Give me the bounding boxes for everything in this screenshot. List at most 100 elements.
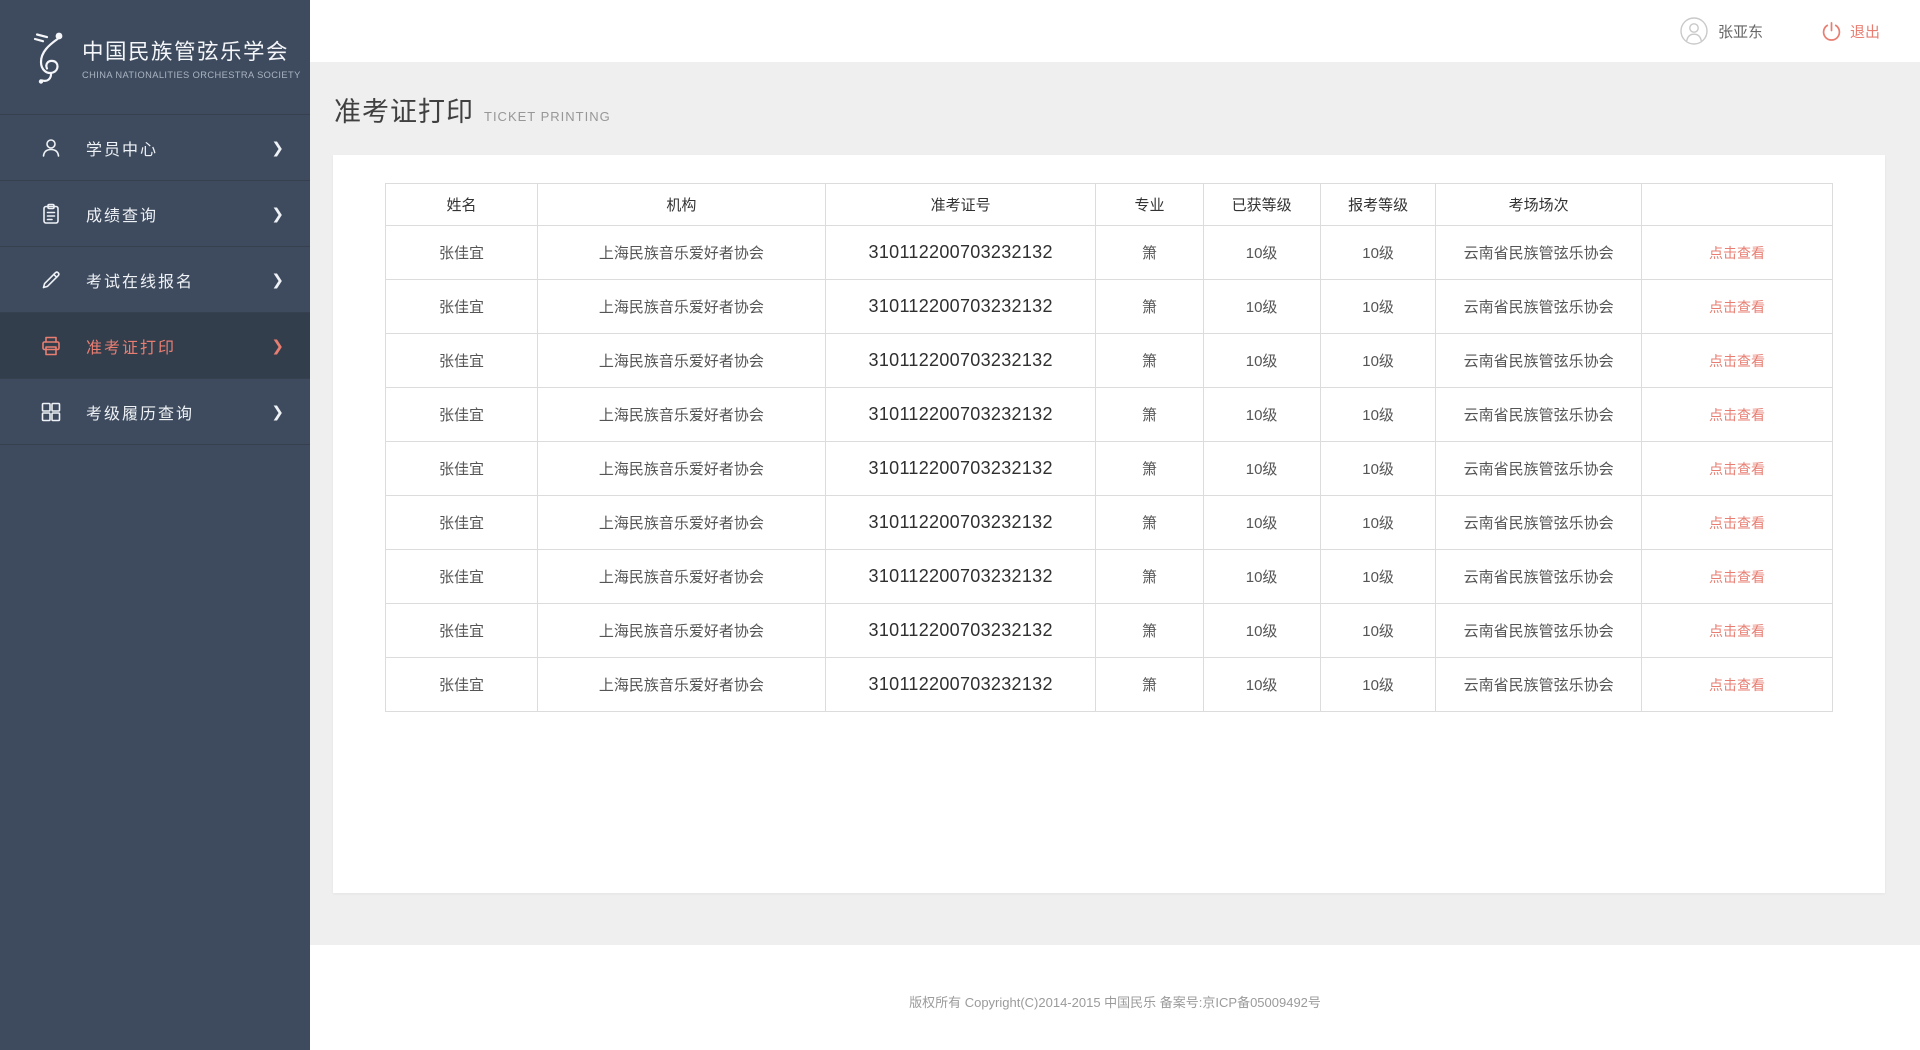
main-area: 张亚东 退出 准考证打印 TICKET PRINTING 姓名 — [310, 0, 1920, 1050]
table-row: 张佳宜 上海民族音乐爱好者协会 310112200703232132 箫 10级… — [386, 442, 1833, 496]
view-ticket-link[interactable]: 点击查看 — [1709, 407, 1765, 423]
clipboard-icon — [38, 201, 64, 227]
sidebar-item-ticket-printing[interactable]: 准考证打印 ❯ — [0, 313, 310, 379]
sidebar-item-label: 考级履历查询 — [86, 400, 194, 424]
cell-org: 上海民族音乐爱好者协会 — [537, 334, 825, 388]
cell-name: 张佳宜 — [386, 442, 538, 496]
orchestra-logo-icon — [28, 28, 70, 86]
cell-major: 箫 — [1096, 334, 1203, 388]
cell-apply-level: 10级 — [1320, 226, 1436, 280]
cell-venue: 云南省民族管弦乐协会 — [1436, 388, 1641, 442]
chevron-right-icon: ❯ — [271, 271, 284, 289]
cell-name: 张佳宜 — [386, 280, 538, 334]
cell-name: 张佳宜 — [386, 550, 538, 604]
cell-obtained-level: 10级 — [1203, 550, 1320, 604]
cell-apply-level: 10级 — [1320, 604, 1436, 658]
cell-venue: 云南省民族管弦乐协会 — [1436, 280, 1641, 334]
sidebar-item-online-registration[interactable]: 考试在线报名 ❯ — [0, 247, 310, 313]
username: 张亚东 — [1718, 21, 1763, 42]
ticket-table-body: 张佳宜 上海民族音乐爱好者协会 310112200703232132 箫 10级… — [386, 226, 1833, 712]
table-row: 张佳宜 上海民族音乐爱好者协会 310112200703232132 箫 10级… — [386, 550, 1833, 604]
content-area: 准考证打印 TICKET PRINTING 姓名 机构 准考证号 专业 已获等级… — [310, 62, 1920, 945]
table-row: 张佳宜 上海民族音乐爱好者协会 310112200703232132 箫 10级… — [386, 388, 1833, 442]
cell-major: 箫 — [1096, 496, 1203, 550]
sidebar-item-label: 学员中心 — [86, 136, 158, 160]
topbar: 张亚东 退出 — [310, 0, 1920, 62]
view-ticket-link[interactable]: 点击查看 — [1709, 461, 1765, 477]
page-title: 准考证打印 TICKET PRINTING — [334, 90, 1920, 129]
chevron-right-icon: ❯ — [271, 337, 284, 355]
cell-obtained-level: 10级 — [1203, 280, 1320, 334]
col-header-major: 专业 — [1096, 184, 1203, 226]
logout-button[interactable]: 退出 — [1821, 21, 1880, 42]
cell-apply-level: 10级 — [1320, 280, 1436, 334]
cell-ticket-no: 310112200703232132 — [825, 280, 1096, 334]
sidebar-item-label: 准考证打印 — [86, 334, 176, 358]
col-header-venue: 考场场次 — [1436, 184, 1641, 226]
user-icon — [38, 135, 64, 161]
view-ticket-link[interactable]: 点击查看 — [1709, 569, 1765, 585]
cell-name: 张佳宜 — [386, 604, 538, 658]
cell-venue: 云南省民族管弦乐协会 — [1436, 604, 1641, 658]
cell-ticket-no: 310112200703232132 — [825, 334, 1096, 388]
table-row: 张佳宜 上海民族音乐爱好者协会 310112200703232132 箫 10级… — [386, 334, 1833, 388]
cell-obtained-level: 10级 — [1203, 604, 1320, 658]
printer-icon — [38, 333, 64, 359]
cell-venue: 云南省民族管弦乐协会 — [1436, 226, 1641, 280]
col-header-obtained-level: 已获等级 — [1203, 184, 1320, 226]
cell-ticket-no: 310112200703232132 — [825, 658, 1096, 712]
sidebar-item-student-center[interactable]: 学员中心 ❯ — [0, 115, 310, 181]
cell-org: 上海民族音乐爱好者协会 — [537, 388, 825, 442]
cell-org: 上海民族音乐爱好者协会 — [537, 658, 825, 712]
cell-name: 张佳宜 — [386, 226, 538, 280]
cell-obtained-level: 10级 — [1203, 388, 1320, 442]
cell-major: 箫 — [1096, 226, 1203, 280]
cell-apply-level: 10级 — [1320, 658, 1436, 712]
user-chip: 张亚东 — [1680, 17, 1763, 45]
sidebar-item-grade-history[interactable]: 考级履历查询 ❯ — [0, 379, 310, 445]
cell-venue: 云南省民族管弦乐协会 — [1436, 550, 1641, 604]
view-ticket-link[interactable]: 点击查看 — [1709, 515, 1765, 531]
table-row: 张佳宜 上海民族音乐爱好者协会 310112200703232132 箫 10级… — [386, 496, 1833, 550]
cell-org: 上海民族音乐爱好者协会 — [537, 442, 825, 496]
cell-org: 上海民族音乐爱好者协会 — [537, 604, 825, 658]
footer: 版权所有 Copyright(C)2014-2015 中国民乐 备案号:京ICP… — [310, 945, 1920, 1050]
sidebar-item-label: 成绩查询 — [86, 202, 158, 226]
col-header-org: 机构 — [537, 184, 825, 226]
view-ticket-link[interactable]: 点击查看 — [1709, 353, 1765, 369]
view-ticket-link[interactable]: 点击查看 — [1709, 299, 1765, 315]
col-header-name: 姓名 — [386, 184, 538, 226]
sidebar-item-score-query[interactable]: 成绩查询 ❯ — [0, 181, 310, 247]
cell-apply-level: 10级 — [1320, 550, 1436, 604]
cell-major: 箫 — [1096, 604, 1203, 658]
page-subtitle: TICKET PRINTING — [484, 109, 611, 124]
cell-venue: 云南省民族管弦乐协会 — [1436, 496, 1641, 550]
cell-org: 上海民族音乐爱好者协会 — [537, 280, 825, 334]
cell-name: 张佳宜 — [386, 658, 538, 712]
cell-ticket-no: 310112200703232132 — [825, 604, 1096, 658]
cell-major: 箫 — [1096, 280, 1203, 334]
sidebar-nav: 学员中心 ❯ 成绩查询 ❯ — [0, 114, 310, 445]
cell-ticket-no: 310112200703232132 — [825, 442, 1096, 496]
avatar-icon — [1680, 17, 1708, 45]
cell-ticket-no: 310112200703232132 — [825, 226, 1096, 280]
col-header-apply-level: 报考等级 — [1320, 184, 1436, 226]
cell-apply-level: 10级 — [1320, 388, 1436, 442]
cell-apply-level: 10级 — [1320, 334, 1436, 388]
brand-title: 中国民族管弦乐学会 — [82, 35, 301, 66]
cell-venue: 云南省民族管弦乐协会 — [1436, 442, 1641, 496]
cell-ticket-no: 310112200703232132 — [825, 388, 1096, 442]
sidebar: 中国民族管弦乐学会 CHINA NATIONALITIES ORCHESTRA … — [0, 0, 310, 1050]
view-ticket-link[interactable]: 点击查看 — [1709, 677, 1765, 693]
cell-venue: 云南省民族管弦乐协会 — [1436, 334, 1641, 388]
chevron-right-icon: ❯ — [271, 403, 284, 421]
col-header-ticket-no: 准考证号 — [825, 184, 1096, 226]
view-ticket-link[interactable]: 点击查看 — [1709, 245, 1765, 261]
page-title-text: 准考证打印 — [334, 90, 474, 129]
cell-apply-level: 10级 — [1320, 496, 1436, 550]
cell-obtained-level: 10级 — [1203, 442, 1320, 496]
cell-name: 张佳宜 — [386, 496, 538, 550]
table-row: 张佳宜 上海民族音乐爱好者协会 310112200703232132 箫 10级… — [386, 604, 1833, 658]
cell-name: 张佳宜 — [386, 388, 538, 442]
view-ticket-link[interactable]: 点击查看 — [1709, 623, 1765, 639]
